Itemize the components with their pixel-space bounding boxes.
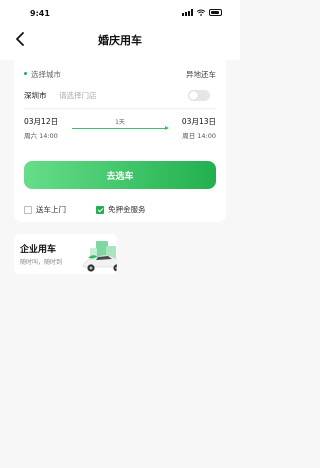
page-title: 婚庆用车 — [98, 34, 142, 47]
status-bar: 9:41 — [0, 0, 240, 24]
city-value[interactable]: 深圳市 — [24, 90, 47, 101]
booking-card: 选择城市 异地还车 深圳市 请选择门店 03月12日 周六 14:00 1天 0… — [14, 56, 226, 222]
signal-icon — [182, 9, 193, 16]
enterprise-title: 企业用车 — [20, 245, 57, 255]
choose-car-button[interactable]: 去选车 — [24, 161, 216, 189]
store-input[interactable]: 请选择门店 — [59, 90, 97, 101]
location-dot-icon — [24, 72, 27, 75]
wifi-icon — [196, 9, 206, 16]
end-time: 周日 14:00 — [182, 132, 216, 140]
enterprise-subtitle: 随时叫，随时到 — [20, 259, 63, 266]
delivery-checkbox[interactable] — [24, 205, 32, 214]
different-return-label: 异地还车 — [186, 70, 216, 79]
device-notch — [68, 0, 172, 20]
option-delivery[interactable]: 送车上门 — [24, 204, 66, 215]
start-time: 周六 14:00 — [24, 132, 58, 140]
end-date[interactable]: 03月13日 — [182, 116, 216, 127]
status-icons — [182, 9, 222, 16]
select-city-button[interactable]: 选择城市 — [31, 69, 61, 80]
rental-duration: 1天 — [115, 119, 125, 126]
car-illustration-icon — [82, 241, 117, 272]
option-deposit-free[interactable]: 免押金服务 — [96, 204, 146, 215]
enterprise-card[interactable]: 企业用车 随时叫，随时到 — [14, 234, 117, 274]
store-row: 深圳市 请选择门店 — [24, 88, 216, 102]
status-time: 9:41 — [30, 9, 50, 18]
service-options: 送车上门 免押金服务 — [24, 204, 216, 216]
toggle-knob — [189, 91, 198, 100]
date-range[interactable]: 03月12日 周六 14:00 1天 03月13日 周日 14:00 — [24, 116, 216, 142]
deposit-free-label: 免押金服务 — [108, 205, 146, 214]
divider — [24, 108, 216, 109]
deposit-free-checkbox[interactable] — [96, 205, 104, 214]
start-date[interactable]: 03月12日 — [24, 116, 58, 127]
nav-bar: 婚庆用车 — [0, 26, 240, 52]
delivery-label: 送车上门 — [36, 205, 66, 214]
city-row: 选择城市 异地还车 — [24, 68, 216, 80]
duration-arrow-icon — [72, 126, 169, 130]
battery-icon — [209, 9, 222, 16]
different-return-toggle[interactable] — [188, 90, 210, 101]
